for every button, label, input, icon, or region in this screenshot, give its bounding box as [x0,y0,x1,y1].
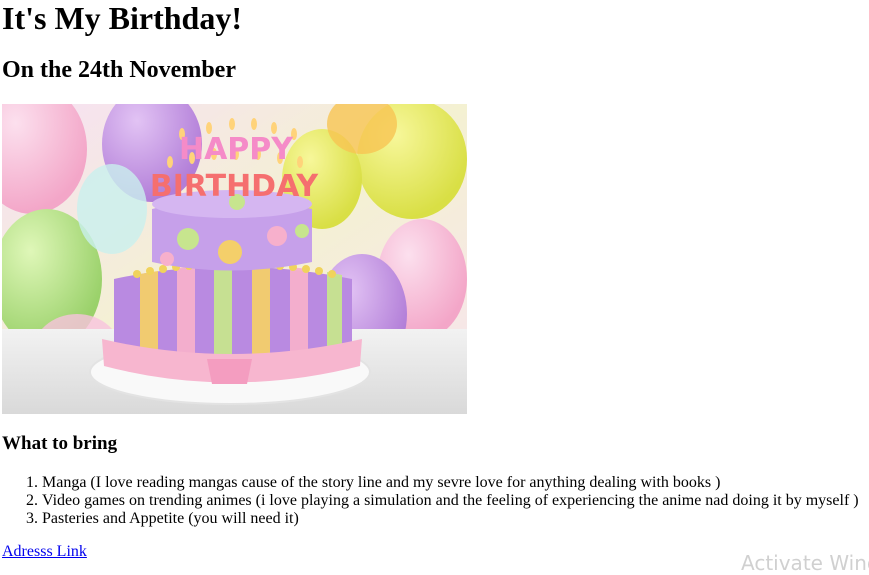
event-date: On the 24th November [2,57,236,83]
activate-windows-watermark: Activate Windows [741,551,869,575]
list-item: Video games on trending animes (i love p… [42,492,859,510]
bring-heading: What to bring [2,433,118,454]
list-item: Manga (I love reading mangas cause of th… [42,474,859,492]
list-item: Pasteries and Appetite (you will need it… [42,510,859,528]
cake-text-happy: HAPPY [179,132,294,167]
cake-text-birthday: BIRTHDAY [150,169,320,204]
bring-list: Manga (I love reading mangas cause of th… [2,474,859,528]
birthday-cake-image: HAPPY BIRTHDAY [2,104,467,414]
page-title: It's My Birthday! [2,0,242,36]
address-link[interactable]: Adresss Link [2,543,87,561]
